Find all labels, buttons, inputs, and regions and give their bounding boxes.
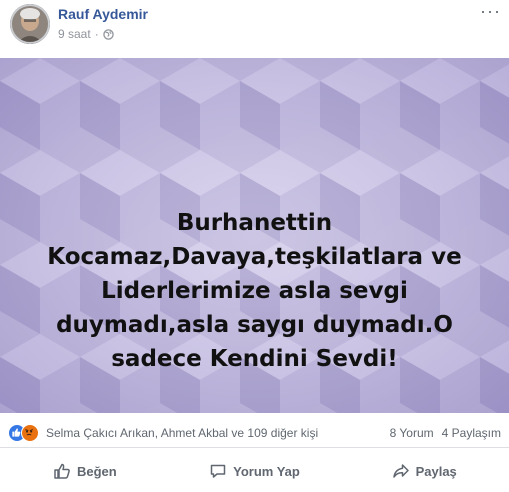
engagement-counts: 8 Yorum 4 Paylaşım: [390, 426, 501, 440]
meta-separator: ·: [94, 27, 99, 41]
comment-icon: [210, 464, 226, 478]
like-label: Beğen: [76, 463, 117, 479]
post-header: Rauf Aydemir 9 saat · ···: [0, 0, 509, 56]
post-time[interactable]: 9 saat: [58, 27, 91, 41]
comments-count[interactable]: 8 Yorum: [390, 426, 434, 440]
globe-icon[interactable]: [102, 28, 114, 40]
avatar[interactable]: [10, 4, 50, 44]
share-label: Paylaş: [415, 463, 457, 479]
shares-count[interactable]: 4 Paylaşım: [442, 426, 501, 440]
comment-label: Yorum Yap: [233, 463, 300, 479]
comment-button[interactable]: Yorum Yap: [170, 450, 340, 492]
share-icon: [392, 464, 409, 478]
share-button[interactable]: Paylaş: [339, 450, 509, 492]
post-actions: Beğen Yorum Yap Paylaş: [0, 450, 509, 492]
post-image[interactable]: Burhanettin Kocamaz,Davaya,teşkilatlara …: [0, 58, 509, 413]
facebook-post: Rauf Aydemir 9 saat · ··· Burhanettin Ko…: [0, 0, 509, 492]
reactions-bar: Selma Çakıcı Arıkan, Ahmet Akbal ve 109 …: [0, 418, 509, 448]
post-meta: 9 saat ·: [58, 27, 114, 41]
like-button[interactable]: Beğen: [0, 450, 170, 492]
angry-reaction-icon: [21, 424, 39, 442]
post-image-text: Burhanettin Kocamaz,Davaya,teşkilatlara …: [47, 210, 462, 372]
reaction-icons[interactable]: [8, 424, 42, 442]
author-name[interactable]: Rauf Aydemir: [58, 6, 148, 22]
reactors-text[interactable]: Selma Çakıcı Arıkan, Ahmet Akbal ve 109 …: [46, 426, 318, 440]
more-options-icon[interactable]: ···: [480, 2, 501, 20]
thumbs-up-icon: [54, 463, 70, 479]
